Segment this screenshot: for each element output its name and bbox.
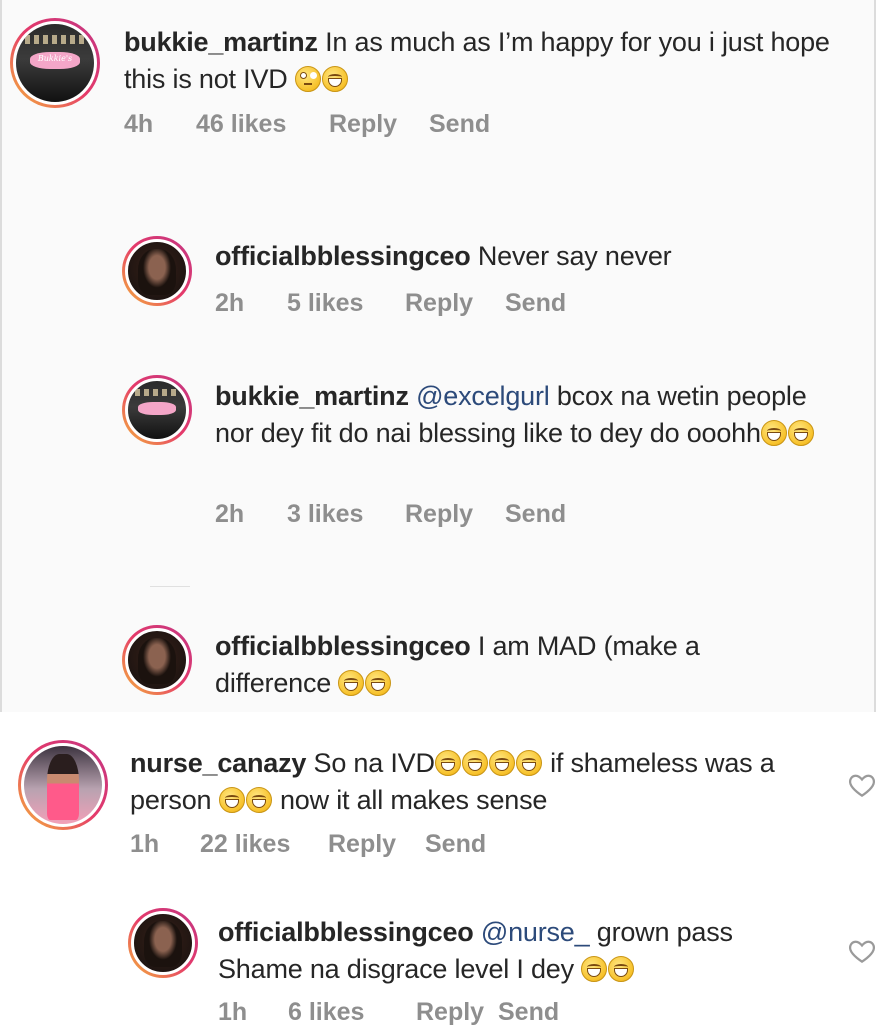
avatar[interactable] (18, 740, 108, 830)
nurse-avatar-image (21, 743, 105, 827)
blessing-avatar-image (125, 628, 189, 692)
comment-text: nurse_canazy So na IVD if shameless was … (130, 745, 830, 819)
bukkie-avatar-image (125, 378, 189, 442)
laughing-emoji (760, 420, 787, 446)
username[interactable]: officialbblessingceo (215, 241, 471, 271)
timestamp: 2h (215, 289, 245, 317)
send-button[interactable]: Send (498, 998, 559, 1027)
reply-button[interactable]: Reply (328, 830, 425, 859)
comment-text: bukkie_martinz @excelgurl bcox na wetin … (215, 378, 835, 452)
reply-button[interactable]: Reply (405, 289, 505, 318)
comment-text: officialbblessingceo Never say never (215, 238, 835, 275)
username[interactable]: bukkie_martinz (215, 381, 409, 411)
username[interactable]: bukkie_martinz (124, 27, 318, 57)
like-heart-icon[interactable] (847, 770, 877, 800)
laughing-emoji (245, 787, 272, 813)
timestamp: 1h (218, 998, 248, 1026)
send-button[interactable]: Send (429, 110, 490, 139)
blessing-avatar-image (131, 911, 195, 975)
send-button[interactable]: Send (505, 289, 566, 318)
laughing-emoji (321, 66, 348, 92)
timestamp: 1h (130, 830, 160, 858)
bukkie-avatar-image: Bukkie's (13, 21, 97, 105)
username[interactable]: nurse_canazy (130, 748, 306, 778)
lights-decoration (134, 389, 180, 397)
timestamp: 2h (215, 500, 245, 528)
likes-count[interactable]: 5 likes (287, 289, 405, 318)
laughing-emoji (515, 750, 542, 776)
portrait (138, 637, 176, 685)
laughing-emoji (365, 670, 392, 696)
reply-button[interactable]: Reply (329, 110, 429, 139)
comment-meta: 1h 22 likes Reply Send (130, 830, 486, 859)
reply-thread-panel (0, 0, 876, 712)
send-button[interactable]: Send (425, 830, 486, 859)
laughing-emoji (434, 750, 461, 776)
avatar[interactable] (122, 375, 192, 445)
comment-text: officialbblessingceo I am MAD (make a di… (215, 628, 775, 702)
comment-body: Never say never (470, 241, 672, 271)
laughing-emoji (581, 956, 608, 982)
comment-meta: 2h 5 likes Reply Send (215, 289, 566, 318)
mention-link[interactable]: @nurse_ (481, 917, 590, 947)
comment-meta: 4h 46 likes Reply Send (124, 110, 490, 139)
blessing-avatar-image (125, 239, 189, 303)
laughing-emoji (218, 787, 245, 813)
comment-text: bukkie_martinz In as much as I’m happy f… (124, 24, 844, 98)
shop-sign (138, 401, 176, 415)
eye-roll-emoji (294, 66, 321, 92)
comment-text: officialbblessingceo @nurse_ grown pass … (218, 914, 818, 988)
laughing-emoji (338, 670, 365, 696)
send-button[interactable]: Send (505, 500, 566, 529)
avatar[interactable] (128, 908, 198, 978)
laughing-emoji (488, 750, 515, 776)
likes-count[interactable]: 3 likes (287, 500, 405, 529)
likes-count[interactable]: 6 likes (288, 998, 416, 1027)
comment-meta: 2h 3 likes Reply Send (215, 500, 566, 529)
reply-button[interactable]: Reply (416, 998, 498, 1027)
laughing-emoji (608, 956, 635, 982)
avatar[interactable] (122, 236, 192, 306)
likes-count[interactable]: 22 likes (200, 830, 328, 859)
comment-meta: 1h 6 likes Reply Send (218, 998, 559, 1027)
divider (150, 586, 190, 587)
username[interactable]: officialbblessingceo (218, 917, 474, 947)
avatar[interactable] (122, 625, 192, 695)
laughing-emoji (461, 750, 488, 776)
laughing-emoji (787, 420, 814, 446)
portrait (144, 920, 182, 968)
username[interactable]: officialbblessingceo (215, 631, 471, 661)
comment-body-end: now it all makes sense (272, 785, 548, 815)
lights-decoration (25, 34, 85, 45)
reply-button[interactable]: Reply (405, 500, 505, 529)
like-heart-icon[interactable] (847, 936, 877, 966)
comment-body: So na IVD (306, 748, 435, 778)
portrait (47, 753, 79, 821)
timestamp: 4h (124, 110, 154, 138)
mention-link[interactable]: @excelgurl (416, 381, 550, 411)
shop-sign: Bukkie's (30, 52, 80, 70)
likes-count[interactable]: 46 likes (196, 110, 329, 139)
avatar[interactable]: Bukkie's (10, 18, 100, 108)
portrait (138, 248, 176, 296)
